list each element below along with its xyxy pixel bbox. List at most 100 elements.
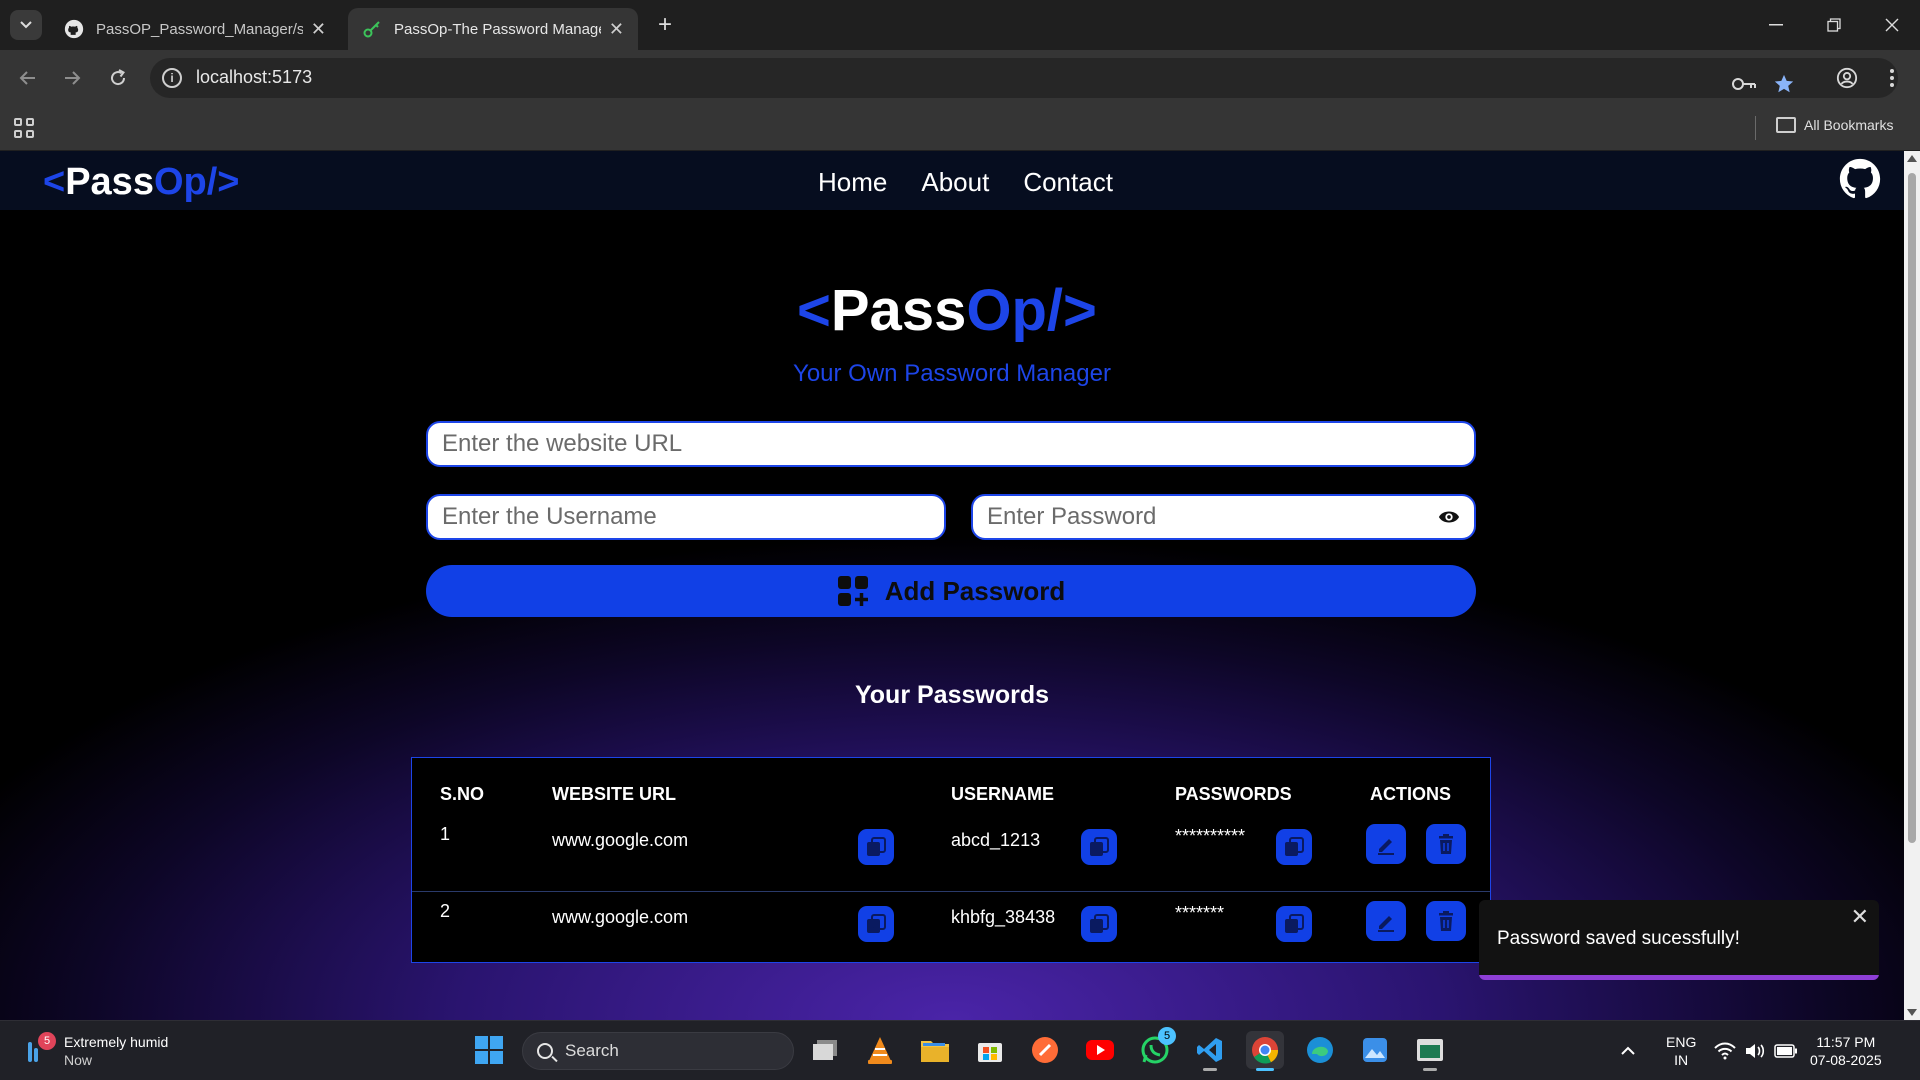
battery-icon	[1774, 1044, 1797, 1058]
chrome-app[interactable]	[1246, 1031, 1284, 1071]
username-input[interactable]	[428, 496, 944, 538]
edit-button[interactable]	[1366, 824, 1406, 864]
photos-app[interactable]	[1356, 1031, 1394, 1069]
edit-button[interactable]	[1366, 901, 1406, 941]
passwords-table: S.NO WEBSITE URL USERNAME PASSWORDS ACTI…	[411, 757, 1491, 963]
arrow-right-icon	[65, 71, 81, 85]
tab-github[interactable]: PassOP_Password_Manager/src/ ✕	[50, 8, 340, 50]
password-key-icon[interactable]	[1730, 70, 1758, 98]
logo-pass-text: Pass	[830, 278, 967, 343]
vlc-app[interactable]	[861, 1031, 899, 1069]
toast-close-icon[interactable]: ✕	[1851, 904, 1869, 930]
edit-icon	[1378, 839, 1394, 855]
delete-button[interactable]	[1426, 901, 1466, 941]
nav-link-home[interactable]: Home	[818, 167, 887, 198]
page-scrollbar[interactable]	[1904, 151, 1920, 1020]
site-info-icon[interactable]: i	[162, 68, 182, 88]
copy-icon	[1285, 914, 1304, 933]
table-row: 1 www.google.com abcd_1213 **********	[412, 816, 1490, 892]
task-view-icon	[813, 1040, 837, 1060]
profile-button[interactable]	[1833, 64, 1861, 92]
nav-logo[interactable]: <PassOp/>	[43, 161, 239, 204]
chevron-up-icon	[1621, 1046, 1635, 1055]
copy-url-button[interactable]	[858, 906, 894, 942]
volume-icon	[1746, 1044, 1765, 1058]
logo-bracket-open: <	[43, 161, 66, 203]
tab-title: PassOp-The Password Manager	[394, 20, 601, 38]
kebab-menu-icon	[1890, 69, 1894, 87]
tab-close-icon[interactable]: ✕	[609, 19, 624, 40]
minimize-button[interactable]	[1748, 0, 1804, 50]
nav-link-contact[interactable]: Contact	[1023, 167, 1113, 198]
back-button[interactable]	[14, 64, 42, 92]
address-text[interactable]: localhost:5173	[196, 67, 312, 88]
add-grid-icon	[837, 576, 868, 606]
copy-icon	[1090, 914, 1109, 933]
arrow-left-icon	[19, 71, 35, 85]
start-button[interactable]	[470, 1031, 508, 1069]
delete-button[interactable]	[1426, 824, 1466, 864]
taskbar-search[interactable]: Search	[522, 1032, 794, 1070]
website-url-input[interactable]	[428, 423, 1474, 465]
reload-button[interactable]	[104, 64, 132, 92]
close-window-button[interactable]	[1864, 0, 1920, 50]
file-explorer-app[interactable]	[916, 1031, 954, 1069]
tab-close-icon[interactable]: ✕	[311, 19, 326, 40]
app-active-indicator	[1256, 1068, 1274, 1071]
system-status-group[interactable]	[1714, 1021, 1798, 1080]
postman-app[interactable]	[1026, 1031, 1064, 1069]
all-bookmarks-button[interactable]: All Bookmarks	[1776, 117, 1893, 133]
weather-title: Extremely humid	[64, 1034, 169, 1050]
language-indicator[interactable]: ENG IN	[1666, 1021, 1696, 1080]
apps-grid-icon[interactable]	[14, 118, 34, 138]
copy-password-button[interactable]	[1276, 906, 1312, 942]
windows-taskbar: 5 Extremely humid Now Search 5 ENG IN 11	[0, 1020, 1920, 1080]
task-view-button[interactable]	[806, 1031, 844, 1069]
copy-username-button[interactable]	[1081, 829, 1117, 865]
tray-overflow-button[interactable]	[1620, 1021, 1636, 1080]
tab-passop[interactable]: PassOp-The Password Manager ✕	[348, 8, 638, 50]
vscode-app[interactable]	[1191, 1031, 1229, 1071]
weather-subtitle: Now	[64, 1052, 93, 1068]
github-icon[interactable]	[1839, 158, 1881, 200]
minimize-icon	[1769, 24, 1783, 26]
edge-app[interactable]	[1301, 1031, 1339, 1069]
omnibox[interactable]: i localhost:5173	[150, 58, 1898, 98]
eye-icon[interactable]	[1438, 508, 1460, 526]
cell-password: *******	[1175, 903, 1225, 923]
tab-search-dropdown-button[interactable]	[10, 10, 42, 40]
youtube-app[interactable]	[1081, 1031, 1119, 1069]
restore-button[interactable]	[1806, 0, 1862, 50]
system-clock[interactable]: 11:57 PM 07-08-2025	[1810, 1021, 1882, 1080]
logo-bracket-close: >	[1063, 278, 1097, 343]
terminal-app[interactable]	[1411, 1031, 1449, 1071]
logo-bracket-open: <	[797, 278, 831, 343]
page-viewport: <PassOp/> Home About Contact <PassOp/> Y…	[0, 151, 1904, 1020]
menu-button[interactable]	[1878, 64, 1906, 92]
forward-button[interactable]	[58, 64, 86, 92]
username-field[interactable]	[426, 494, 946, 540]
trash-icon	[1439, 834, 1453, 854]
store-app[interactable]	[971, 1031, 1009, 1069]
password-field[interactable]	[971, 494, 1476, 540]
copy-username-button[interactable]	[1081, 906, 1117, 942]
postman-icon	[1032, 1037, 1058, 1063]
weather-widget[interactable]: 5 Extremely humid Now	[22, 1032, 169, 1069]
nav-link-about[interactable]: About	[921, 167, 989, 198]
scrollbar-thumb[interactable]	[1908, 173, 1916, 843]
copy-url-button[interactable]	[858, 829, 894, 865]
add-password-button[interactable]: Add Password	[426, 565, 1476, 617]
copy-password-button[interactable]	[1276, 829, 1312, 865]
whatsapp-app[interactable]: 5	[1136, 1027, 1176, 1069]
youtube-icon	[1086, 1040, 1114, 1060]
password-input[interactable]	[973, 496, 1474, 538]
scroll-down-arrow-icon[interactable]	[1907, 1009, 1917, 1016]
bookmark-star-icon[interactable]	[1770, 70, 1798, 98]
website-url-field[interactable]	[426, 421, 1476, 467]
restore-icon	[1827, 18, 1841, 32]
logo-op-text: Op/	[966, 278, 1064, 343]
header-website-url: WEBSITE URL	[552, 784, 676, 804]
scroll-up-arrow-icon[interactable]	[1907, 155, 1917, 162]
lang-line1: ENG	[1666, 1034, 1697, 1050]
new-tab-button[interactable]: +	[650, 10, 680, 40]
